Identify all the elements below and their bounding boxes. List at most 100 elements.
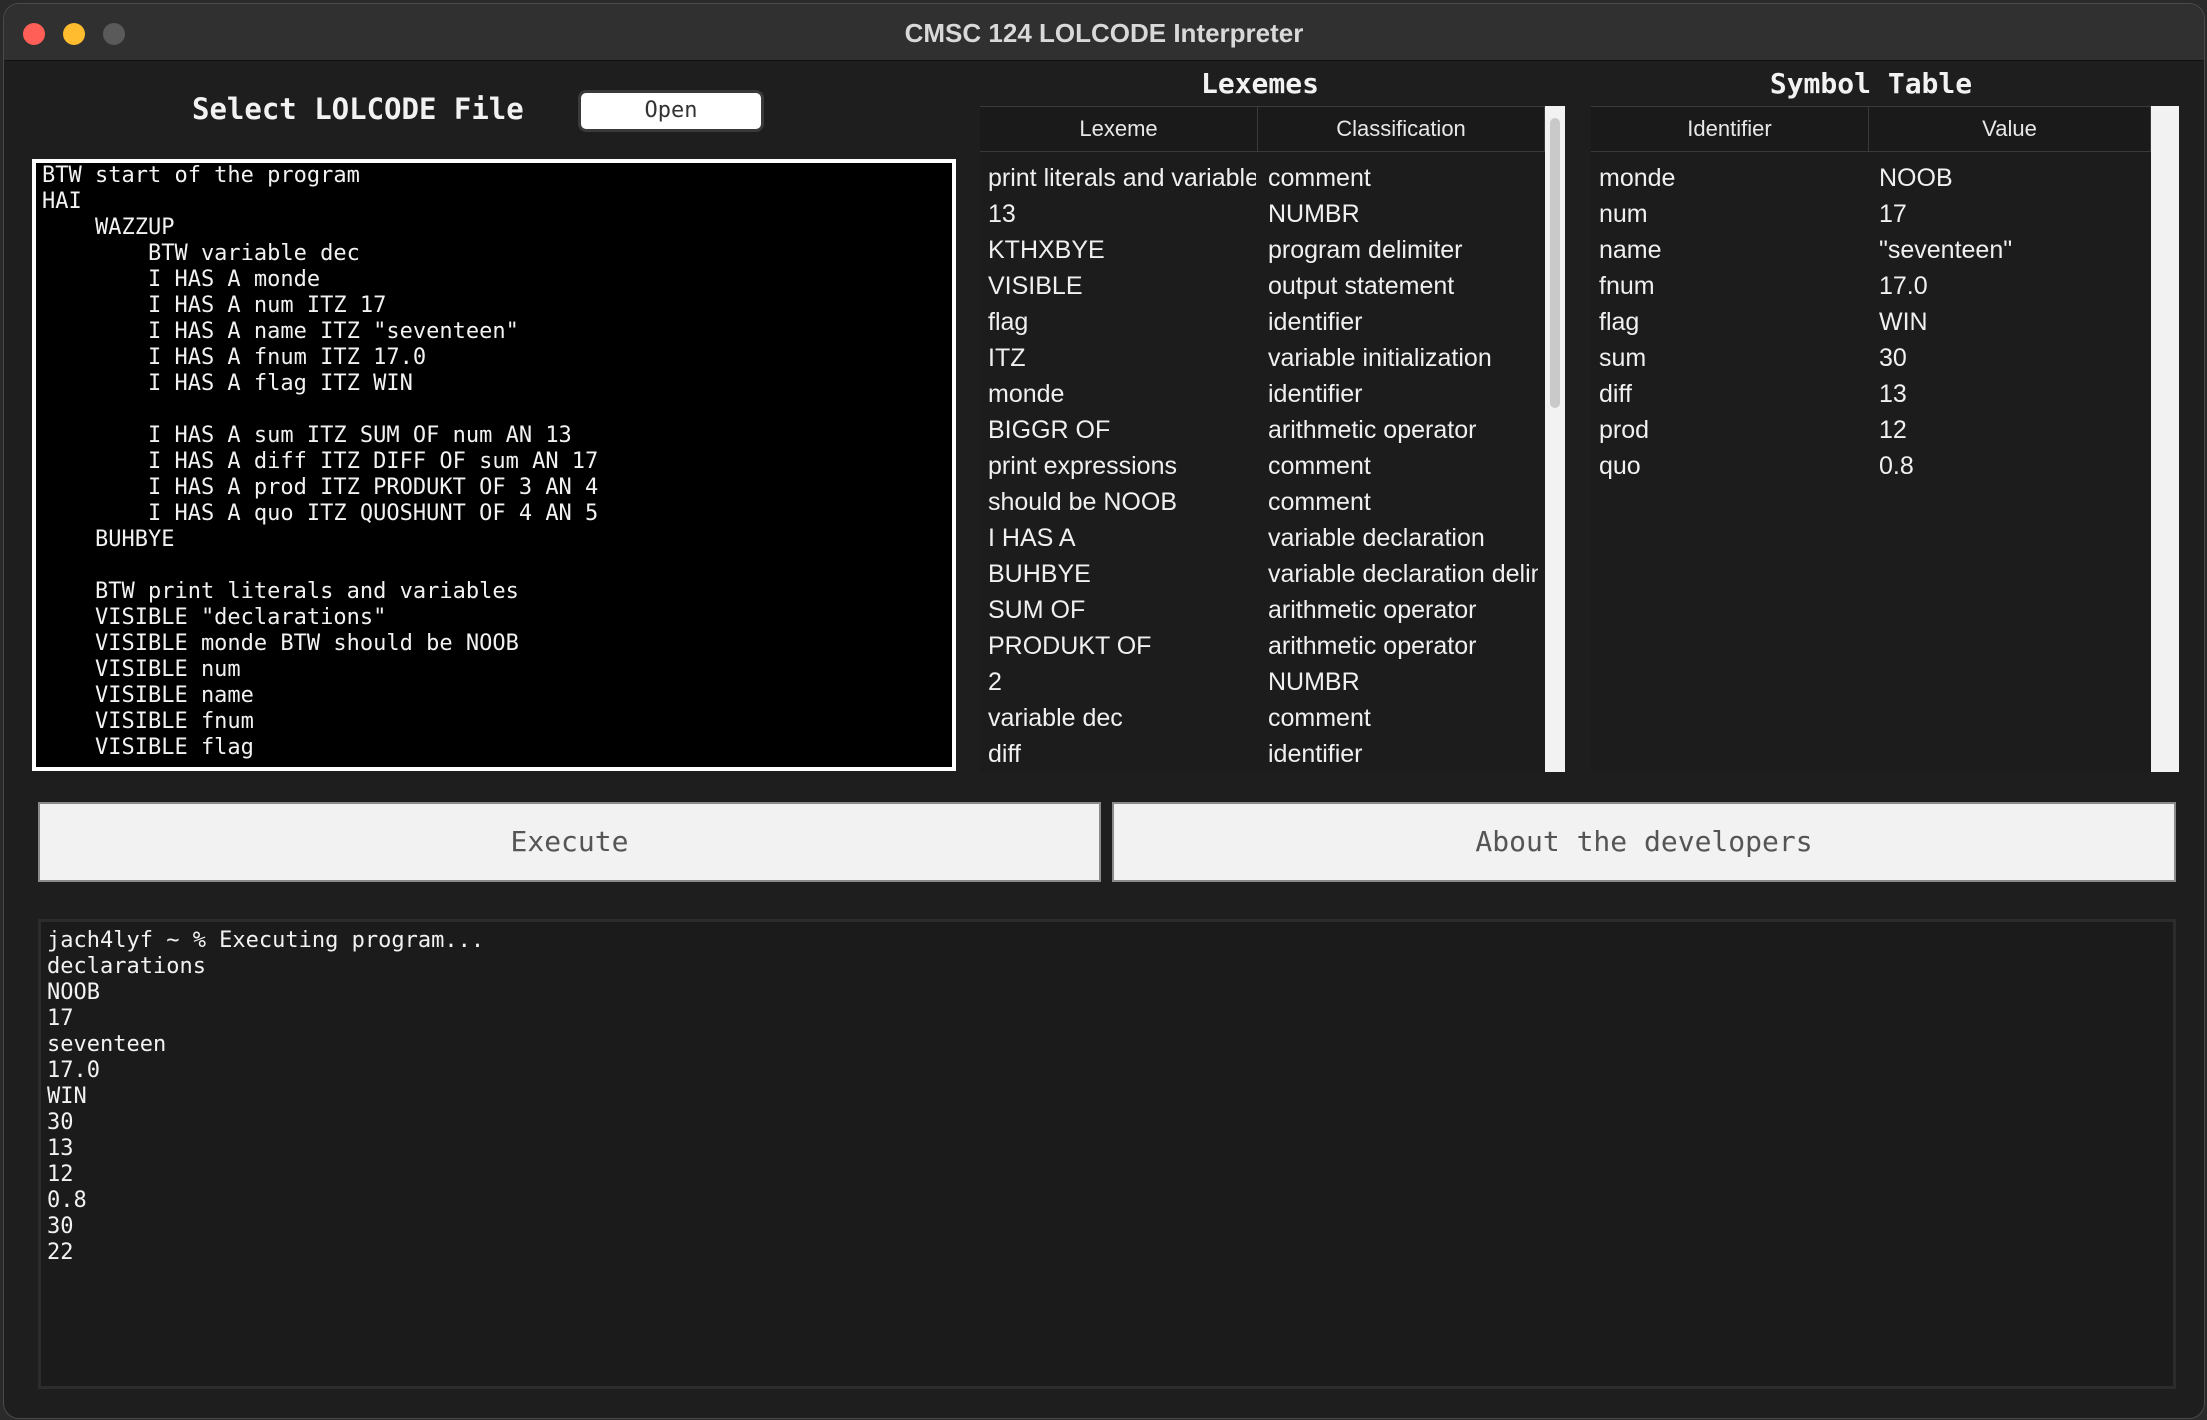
symbol-table: Identifier Value monde NOOB num 17 name "seve… — [1591, 106, 2151, 772]
classification-cell: comment — [1268, 452, 1371, 480]
lexeme-row[interactable]: print expressions comment — [980, 448, 1545, 484]
console-line: 17 — [47, 1006, 74, 1031]
symbol-row[interactable]: quo 0.8 — [1591, 448, 2151, 484]
console-line: 17.0 — [47, 1058, 100, 1083]
classification-cell: program delimiter — [1268, 236, 1463, 264]
lexeme-row[interactable]: monde identifier — [980, 376, 1545, 412]
lexeme-cell: should be NOOB — [988, 488, 1177, 516]
symbol-row[interactable]: num 17 — [1591, 196, 2151, 232]
classification-cell: variable declaration — [1268, 524, 1485, 552]
lexeme-cell: 13 — [988, 200, 1016, 228]
code-line: I HAS A diff ITZ DIFF OF sum AN 17 — [42, 449, 599, 474]
lexemes-title: Lexemes — [1200, 67, 1319, 100]
console-line: jach4lyf ~ % Executing program... — [47, 928, 485, 953]
lexeme-row[interactable]: 13 NUMBR — [980, 196, 1545, 232]
code-line: I HAS A quo ITZ QUOSHUNT OF 4 AN 5 — [42, 501, 599, 526]
about-developers-button[interactable]: About the developers — [1112, 802, 2176, 882]
lexeme-cell: monde — [988, 380, 1065, 408]
lexeme-cell: flag — [988, 308, 1029, 336]
console-line: 30 — [47, 1110, 74, 1135]
code-line: VISIBLE flag — [42, 735, 254, 760]
lexeme-cell: diff — [988, 740, 1021, 768]
symbol-row[interactable]: fnum 17.0 — [1591, 268, 2151, 304]
symbol-row[interactable]: name "seventeen" — [1591, 232, 2151, 268]
value-column-header[interactable]: Value — [1869, 107, 2151, 151]
classification-cell: variable initialization — [1268, 344, 1492, 372]
lexeme-row[interactable]: SUM OF arithmetic operator — [980, 592, 1545, 628]
value-cell: WIN — [1879, 308, 1928, 336]
lexeme-cell: print literals and variables — [988, 164, 1256, 192]
value-cell: "seventeen" — [1879, 236, 2013, 264]
lexeme-cell: BIGGR OF — [988, 416, 1111, 444]
console-line: NOOB — [47, 980, 100, 1005]
lexeme-row[interactable]: KTHXBYE program delimiter — [980, 232, 1545, 268]
symbol-row[interactable]: sum 30 — [1591, 340, 2151, 376]
lexeme-column-header[interactable]: Lexeme — [980, 107, 1258, 151]
symbol-row[interactable]: monde NOOB — [1591, 160, 2151, 196]
identifier-cell: monde — [1599, 164, 1676, 192]
lexeme-row[interactable]: ITZ variable initialization — [980, 340, 1545, 376]
classification-cell: identifier — [1268, 308, 1363, 336]
lexeme-cell: VISIBLE — [988, 272, 1083, 300]
classification-column-header[interactable]: Classification — [1258, 107, 1545, 151]
execute-button[interactable]: Execute — [38, 802, 1101, 882]
symbol-row[interactable]: flag WIN — [1591, 304, 2151, 340]
lexeme-row[interactable]: should be NOOB comment — [980, 484, 1545, 520]
open-file-button[interactable]: Open — [578, 90, 764, 132]
code-line: VISIBLE "declarations" — [42, 605, 387, 630]
lexeme-row[interactable]: variable dec comment — [980, 700, 1545, 736]
code-editor[interactable]: BTW start of the program HAI WAZZUP BTW v… — [32, 159, 956, 771]
lexeme-row[interactable]: I HAS A variable declaration — [980, 520, 1545, 556]
value-cell: 17 — [1879, 200, 1907, 228]
identifier-cell: flag — [1599, 308, 1640, 336]
identifier-cell: num — [1599, 200, 1648, 228]
code-line: VISIBLE monde BTW should be NOOB — [42, 631, 519, 656]
lexeme-cell: print expressions — [988, 452, 1177, 480]
console-line: 22 — [47, 1240, 74, 1265]
identifier-cell: prod — [1599, 416, 1650, 444]
identifier-column-header[interactable]: Identifier — [1591, 107, 1869, 151]
lexeme-cell: SUM OF — [988, 596, 1086, 624]
classification-cell: identifier — [1268, 380, 1363, 408]
value-cell: 12 — [1879, 416, 1907, 444]
lexeme-row[interactable]: flag identifier — [980, 304, 1545, 340]
code-line: HAI — [42, 189, 82, 214]
code-line: WAZZUP — [42, 215, 175, 240]
classification-cell: arithmetic operator — [1268, 632, 1477, 660]
identifier-cell: quo — [1599, 452, 1641, 480]
lexeme-row[interactable]: 2 NUMBR — [980, 664, 1545, 700]
title-bar: CMSC 124 LOLCODE Interpreter — [4, 4, 2204, 61]
output-console[interactable]: jach4lyf ~ % Executing program... declara… — [38, 919, 2176, 1389]
symbol-row[interactable]: prod 12 — [1591, 412, 2151, 448]
classification-cell: NUMBR — [1268, 200, 1360, 228]
lexeme-cell: 2 — [988, 668, 1002, 696]
app-window: CMSC 124 LOLCODE Interpreter Select LOLC… — [3, 3, 2205, 1419]
lexeme-row[interactable]: PRODUKT OF arithmetic operator — [980, 628, 1545, 664]
code-line: VISIBLE fnum — [42, 709, 254, 734]
classification-cell: variable declaration delimiter — [1268, 560, 1538, 588]
symbol-row[interactable]: diff 13 — [1591, 376, 2151, 412]
console-line: declarations — [47, 954, 206, 979]
code-line: I HAS A prod ITZ PRODUKT OF 3 AN 4 — [42, 475, 599, 500]
identifier-cell: sum — [1599, 344, 1647, 372]
lexeme-row[interactable]: print literals and variables comment — [980, 160, 1545, 196]
identifier-cell: diff — [1599, 380, 1632, 408]
classification-cell: comment — [1268, 704, 1371, 732]
classification-cell: arithmetic operator — [1268, 416, 1477, 444]
lexeme-row[interactable]: diff identifier — [980, 736, 1545, 772]
classification-cell: NUMBR — [1268, 668, 1360, 696]
lexeme-row[interactable]: BIGGR OF arithmetic operator — [980, 412, 1545, 448]
lexemes-scrollbar[interactable] — [1545, 106, 1565, 772]
value-cell: 0.8 — [1879, 452, 1914, 480]
lexemes-header: Lexeme Classification — [980, 106, 1545, 152]
lexemes-scroll-thumb[interactable] — [1550, 118, 1560, 408]
lexeme-row[interactable]: BUHBYE variable declaration delimiter — [980, 556, 1545, 592]
console-line: 30 — [47, 1214, 74, 1239]
code-line: VISIBLE name — [42, 683, 254, 708]
lexeme-row[interactable]: VISIBLE output statement — [980, 268, 1545, 304]
identifier-cell: name — [1599, 236, 1662, 264]
symbol-table-scrollbar[interactable] — [2151, 106, 2179, 772]
code-line: I HAS A sum ITZ SUM OF num AN 13 — [42, 423, 572, 448]
